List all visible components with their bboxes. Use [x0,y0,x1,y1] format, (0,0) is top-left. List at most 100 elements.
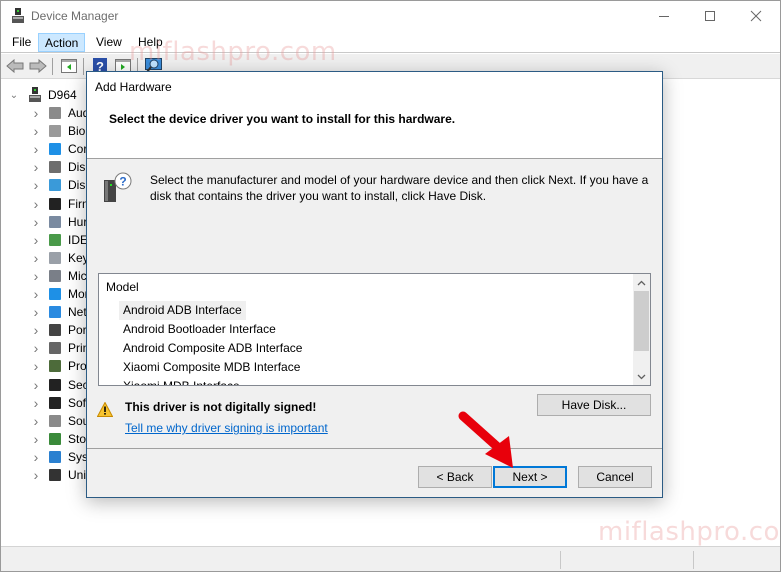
chevron-right-icon[interactable]: › [29,250,43,266]
chevron-right-icon[interactable]: › [29,449,43,465]
watermark-bottom: miflashpro.com [598,517,781,547]
minimize-button[interactable] [641,1,687,31]
chevron-right-icon[interactable]: › [29,141,43,157]
tree-root[interactable]: ⌄ D964 [7,86,77,104]
tree-item[interactable]: › Net [29,303,87,321]
model-list-item[interactable]: Android ADB Interface [119,301,246,320]
port-icon [49,324,61,337]
model-list-scrollbar[interactable] [633,274,650,385]
hid-icon [49,215,61,228]
scroll-down-button[interactable] [633,368,650,385]
toolbar-separator [52,58,53,75]
chevron-right-icon[interactable]: › [29,286,43,302]
chevron-right-icon[interactable]: › [29,196,43,212]
network-icon [49,306,61,319]
chevron-right-icon[interactable]: › [29,395,43,411]
keyboard-icon [49,251,61,264]
tree-item-label: IDE [68,232,89,247]
status-bar [1,546,780,571]
close-button[interactable] [733,1,779,31]
tree-item[interactable]: › Aud [29,104,90,122]
speaker-icon [49,414,61,427]
cancel-button[interactable]: Cancel [578,466,652,488]
chevron-right-icon[interactable]: › [29,467,43,483]
computer-icon [29,87,41,102]
add-hardware-dialog: Add Hardware Select the device driver yo… [86,71,663,498]
tree-root-label: D964 [48,88,77,102]
tree-item[interactable]: › Soft [29,394,90,412]
tree-item-label: Hur [68,214,88,229]
tree-item[interactable]: › Mic [29,267,87,285]
tree-item[interactable]: › Syst [29,448,92,466]
chevron-right-icon[interactable]: › [29,177,43,193]
usb-icon [49,469,61,481]
scroll-up-button[interactable] [633,274,650,291]
device-manager-icon [12,8,24,23]
tree-item[interactable]: › Hur [29,213,88,231]
tree-item-label: Mic [68,268,87,283]
chevron-right-icon[interactable]: › [29,377,43,393]
tree-item[interactable]: › Stor [29,430,90,448]
driver-signing-link[interactable]: Tell me why driver signing is important [125,421,328,435]
chevron-right-icon[interactable]: › [29,123,43,139]
fingerprint-icon [49,125,61,138]
chevron-right-icon[interactable]: › [29,358,43,374]
have-disk-button[interactable]: Have Disk... [537,394,651,416]
chevron-right-icon[interactable]: › [29,105,43,121]
chevron-right-icon[interactable]: › [29,340,43,356]
watermark-top: miflashpro.com [129,37,337,67]
menu-action[interactable]: Action [38,33,86,52]
chevron-down-icon[interactable]: ⌄ [7,90,21,101]
tree-item[interactable]: › Disp [29,176,92,194]
tree-item[interactable]: › Key [29,249,89,267]
tree-item[interactable]: › Sou [29,412,90,430]
speaker-icon [49,107,61,119]
chevron-right-icon[interactable]: › [29,431,43,447]
back-button[interactable]: < Back [418,466,492,488]
chevron-down-icon [637,374,646,379]
next-button[interactable]: Next > [493,466,567,488]
chevron-right-icon[interactable]: › [29,268,43,284]
menu-bar: File Action View Help [1,31,780,53]
storage-controller-icon [49,432,61,445]
chevron-right-icon[interactable]: › [29,322,43,338]
tree-item[interactable]: › Firm [29,195,92,213]
tree-item[interactable]: › IDE [29,231,88,249]
software-device-icon [49,396,61,409]
back-button[interactable] [5,57,25,75]
tree-item[interactable]: › Univ [29,466,92,484]
tree-item[interactable]: › Disk [29,158,92,176]
menu-file[interactable]: File [6,33,37,52]
model-list-item[interactable]: Xiaomi Composite MDB Interface [119,358,304,377]
chevron-right-icon[interactable]: › [29,159,43,175]
tree-item[interactable]: › Mor [29,285,89,303]
tree-item-label: Net [68,305,87,320]
model-list[interactable]: Model Android ADB Interface Android Bootl… [98,273,651,386]
tree-item[interactable]: › Prin [29,339,90,357]
dialog-instructions: Select the manufacturer and model of you… [150,173,649,203]
model-list-item[interactable]: Android Composite ADB Interface [119,339,306,358]
show-hide-tree-button[interactable] [59,57,79,75]
chevron-right-icon[interactable]: › [29,304,43,320]
chevron-right-icon[interactable]: › [29,214,43,230]
scroll-thumb[interactable] [634,291,649,351]
tree-item[interactable]: › Proc [29,357,93,375]
tree-item[interactable]: › Cor [29,140,88,158]
menu-view[interactable]: View [90,33,128,52]
model-list-item[interactable]: Android Bootloader Interface [119,320,280,339]
maximize-button[interactable] [687,1,733,31]
monitor-icon [49,143,61,156]
mouse-icon [49,269,61,282]
dialog-heading: Select the device driver you want to ins… [109,112,456,126]
chevron-right-icon[interactable]: › [29,232,43,248]
dialog-header: Add Hardware Select the device driver yo… [87,72,662,159]
tree-item[interactable]: › Bior [29,122,90,140]
tree-item-label: Cor [68,142,88,157]
model-list-item[interactable]: Xiaomi MDB Interface [119,377,244,385]
chip-icon [49,197,61,210]
warning-icon [97,402,113,417]
forward-button[interactable] [28,57,48,75]
tree-item[interactable]: › Port [29,321,90,339]
chevron-right-icon[interactable]: › [29,413,43,429]
hardware-question-icon: ? [104,172,132,202]
